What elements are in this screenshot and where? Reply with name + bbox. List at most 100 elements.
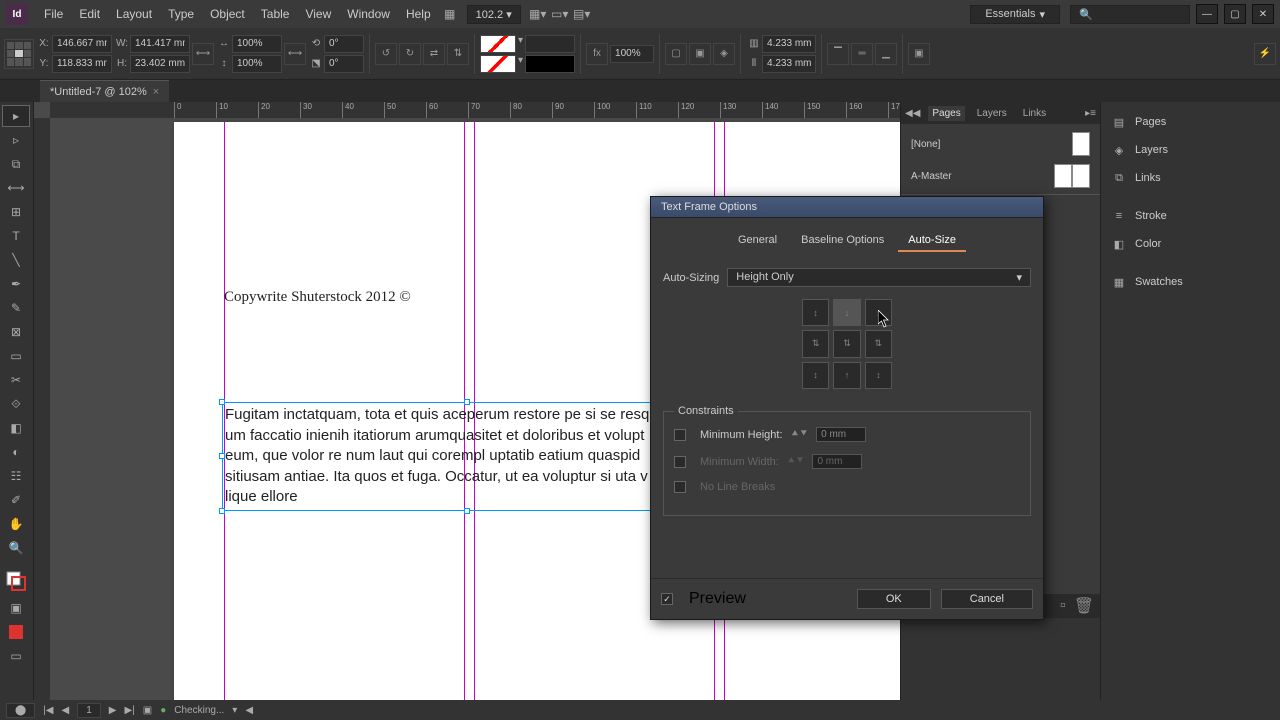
menu-edit[interactable]: Edit bbox=[71, 3, 108, 25]
scale-x-input[interactable]: 100% bbox=[232, 35, 282, 53]
zoom-tool[interactable]: 🔍 bbox=[2, 537, 30, 559]
tab-general[interactable]: General bbox=[728, 230, 787, 252]
gradient-swatch-tool[interactable]: ◧ bbox=[2, 417, 30, 439]
constrain-icon[interactable]: ⟷ bbox=[192, 43, 214, 65]
fill-stroke-proxy[interactable] bbox=[2, 567, 30, 595]
page-tool[interactable]: ⧉ bbox=[2, 153, 30, 175]
nav-first-icon[interactable]: |◀ bbox=[43, 705, 53, 716]
menu-file[interactable]: File bbox=[36, 3, 71, 25]
menu-window[interactable]: Window bbox=[339, 3, 398, 25]
view-mode-icon[interactable]: ▭ bbox=[2, 645, 30, 667]
anchor-br[interactable]: ↕ bbox=[865, 362, 892, 389]
apply-color-icon[interactable] bbox=[2, 621, 30, 643]
preflight-status[interactable]: Checking... bbox=[174, 705, 224, 716]
align-mid-icon[interactable]: ═ bbox=[851, 43, 873, 65]
anchor-tl[interactable]: ↕ bbox=[802, 299, 829, 326]
side-layers[interactable]: ◈Layers bbox=[1101, 136, 1280, 164]
nav-next-icon[interactable]: ▶ bbox=[109, 705, 117, 716]
nav-last-icon[interactable]: ▶| bbox=[124, 705, 134, 716]
cancel-button[interactable]: Cancel bbox=[941, 589, 1033, 609]
screen-mode-icon[interactable]: ▭▾ bbox=[549, 3, 571, 25]
workspace-switcher[interactable]: Essentials▾ bbox=[970, 5, 1060, 24]
delete-page-icon[interactable]: 🗑 bbox=[1074, 596, 1094, 616]
align-top-icon[interactable]: ▔ bbox=[827, 43, 849, 65]
maximize-button[interactable]: ▢ bbox=[1224, 4, 1246, 24]
tab-autosize[interactable]: Auto-Size bbox=[898, 230, 966, 252]
flip-v-icon[interactable]: ⇅ bbox=[447, 43, 469, 65]
panel-tab-layers[interactable]: Layers bbox=[973, 106, 1011, 121]
min-height-input[interactable] bbox=[816, 427, 866, 442]
pen-tool[interactable]: ✒ bbox=[2, 273, 30, 295]
master-none[interactable]: [None] bbox=[905, 128, 1096, 160]
tab-baseline[interactable]: Baseline Options bbox=[791, 230, 894, 252]
gap-tool[interactable]: ⟷ bbox=[2, 177, 30, 199]
fx-icon[interactable]: fx bbox=[586, 43, 608, 65]
close-button[interactable]: ✕ bbox=[1252, 4, 1274, 24]
stroke-weight-input[interactable] bbox=[525, 35, 575, 53]
bridge-icon[interactable]: ▦ bbox=[439, 3, 461, 25]
search-input[interactable]: 🔍 bbox=[1070, 5, 1190, 24]
stroke-style[interactable] bbox=[525, 55, 575, 73]
x-input[interactable] bbox=[52, 35, 112, 53]
document-tab[interactable]: *Untitled-7 @ 102% × bbox=[40, 80, 169, 102]
direct-selection-tool[interactable]: ▹ bbox=[2, 129, 30, 151]
text-frame[interactable]: Fugitam inctatquam, tota et quis aceperu… bbox=[222, 402, 712, 511]
anchor-grid[interactable]: ↕ ↓ ↕ ⇅ ⇅ ⇅ ↕ ↑ ↕ bbox=[802, 299, 892, 389]
anchor-bl[interactable]: ↕ bbox=[802, 362, 829, 389]
preview-check[interactable] bbox=[661, 593, 673, 605]
rectangle-frame-tool[interactable]: ⊠ bbox=[2, 321, 30, 343]
side-links[interactable]: ⧉Links bbox=[1101, 164, 1280, 192]
scissors-tool[interactable]: ✂ bbox=[2, 369, 30, 391]
reference-point[interactable] bbox=[4, 39, 34, 69]
anchor-mc[interactable]: ⇅ bbox=[833, 330, 860, 357]
menu-object[interactable]: Object bbox=[202, 3, 253, 25]
eyedropper-tool[interactable]: ✐ bbox=[2, 489, 30, 511]
anchor-bc[interactable]: ↑ bbox=[833, 362, 860, 389]
panel-tab-pages[interactable]: Pages bbox=[928, 106, 964, 121]
arrange-icon[interactable]: ▤▾ bbox=[571, 3, 593, 25]
formatting-container-icon[interactable]: ▣ bbox=[2, 597, 30, 619]
align-bot-icon[interactable]: ▁ bbox=[875, 43, 897, 65]
textwrap-shape-icon[interactable]: ◈ bbox=[713, 43, 735, 65]
panel-menu-icon[interactable]: ▸≡ bbox=[1085, 108, 1096, 119]
collapse-icon[interactable]: ◀◀ bbox=[905, 108, 920, 119]
stroke-swatch[interactable] bbox=[480, 55, 516, 73]
content-collector-tool[interactable]: ⊞ bbox=[2, 201, 30, 223]
gradient-feather-tool[interactable]: ◐ bbox=[2, 441, 30, 463]
menu-type[interactable]: Type bbox=[160, 3, 202, 25]
fill-swatch[interactable] bbox=[480, 35, 516, 53]
open-icon[interactable]: ▣ bbox=[143, 705, 152, 716]
note-tool[interactable]: ☷ bbox=[2, 465, 30, 487]
quick-apply-icon[interactable]: ⚡ bbox=[1254, 43, 1276, 65]
col-width-input[interactable] bbox=[762, 35, 816, 53]
line-tool[interactable]: ╲ bbox=[2, 249, 30, 271]
type-tool[interactable]: T bbox=[2, 225, 30, 247]
frame-options-icon[interactable]: ▣ bbox=[908, 43, 930, 65]
menu-help[interactable]: Help bbox=[398, 3, 439, 25]
side-stroke[interactable]: ≡Stroke bbox=[1101, 202, 1280, 230]
panel-tab-links[interactable]: Links bbox=[1019, 106, 1050, 121]
ok-button[interactable]: OK bbox=[857, 589, 931, 609]
master-a[interactable]: A-Master bbox=[905, 160, 1096, 192]
gutter-input[interactable] bbox=[762, 55, 816, 73]
textwrap-bbox-icon[interactable]: ▣ bbox=[689, 43, 711, 65]
menu-layout[interactable]: Layout bbox=[108, 3, 160, 25]
side-pages[interactable]: ▤Pages bbox=[1101, 108, 1280, 136]
scroll-left-icon[interactable]: ◀ bbox=[245, 705, 253, 716]
side-color[interactable]: ◧Color bbox=[1101, 230, 1280, 258]
zoom-status[interactable]: ⬤ bbox=[6, 703, 35, 718]
stepper-icon[interactable]: ⯅⯆ bbox=[791, 428, 809, 441]
auto-sizing-select[interactable]: Height Only▾ bbox=[727, 268, 1031, 287]
page-number[interactable]: 1 bbox=[77, 703, 101, 718]
flip-h-icon[interactable]: ⇄ bbox=[423, 43, 445, 65]
menu-view[interactable]: View bbox=[297, 3, 339, 25]
min-height-check[interactable] bbox=[674, 429, 686, 441]
opacity-input[interactable]: 100% bbox=[610, 45, 654, 63]
minimize-button[interactable]: — bbox=[1196, 4, 1218, 24]
rotate-input[interactable]: 0° bbox=[324, 35, 364, 53]
view-options-icon[interactable]: ▦▾ bbox=[527, 3, 549, 25]
shear-input[interactable]: 0° bbox=[324, 55, 364, 73]
hand-tool[interactable]: ✋ bbox=[2, 513, 30, 535]
nav-prev-icon[interactable]: ◀ bbox=[62, 705, 70, 716]
selection-tool[interactable]: ▸ bbox=[2, 105, 30, 127]
